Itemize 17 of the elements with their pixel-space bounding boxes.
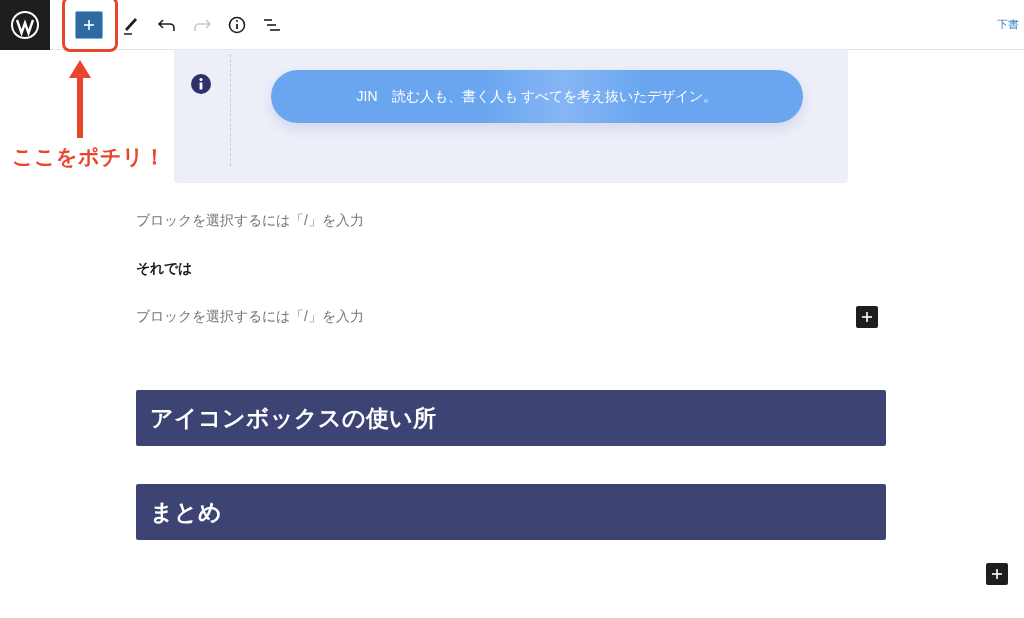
add-block-button[interactable]	[75, 10, 103, 39]
section-heading: アイコンボックスの使い所	[136, 390, 886, 446]
save-draft-link[interactable]: 下書	[997, 17, 1019, 32]
add-block-button[interactable]	[986, 563, 1008, 585]
info-icon	[191, 74, 211, 94]
plus-icon	[861, 311, 873, 323]
paragraph-text: それでは	[136, 260, 192, 278]
annotation-caption: ここをポチリ！	[12, 144, 165, 170]
section-heading: まとめ	[136, 484, 886, 540]
icon-box-banner: JIN 読む人も、書く人も すべてを考え抜いたデザイン。	[271, 70, 803, 123]
highlight-frame	[62, 0, 118, 52]
add-block-button[interactable]	[856, 306, 878, 328]
plus-icon	[83, 18, 95, 31]
block-placeholder[interactable]: ブロックを選択するには「/」を入力	[136, 308, 364, 326]
plus-icon	[991, 568, 1003, 580]
block-placeholder[interactable]: ブロックを選択するには「/」を入力	[136, 212, 364, 230]
wordpress-logo[interactable]	[0, 0, 50, 50]
